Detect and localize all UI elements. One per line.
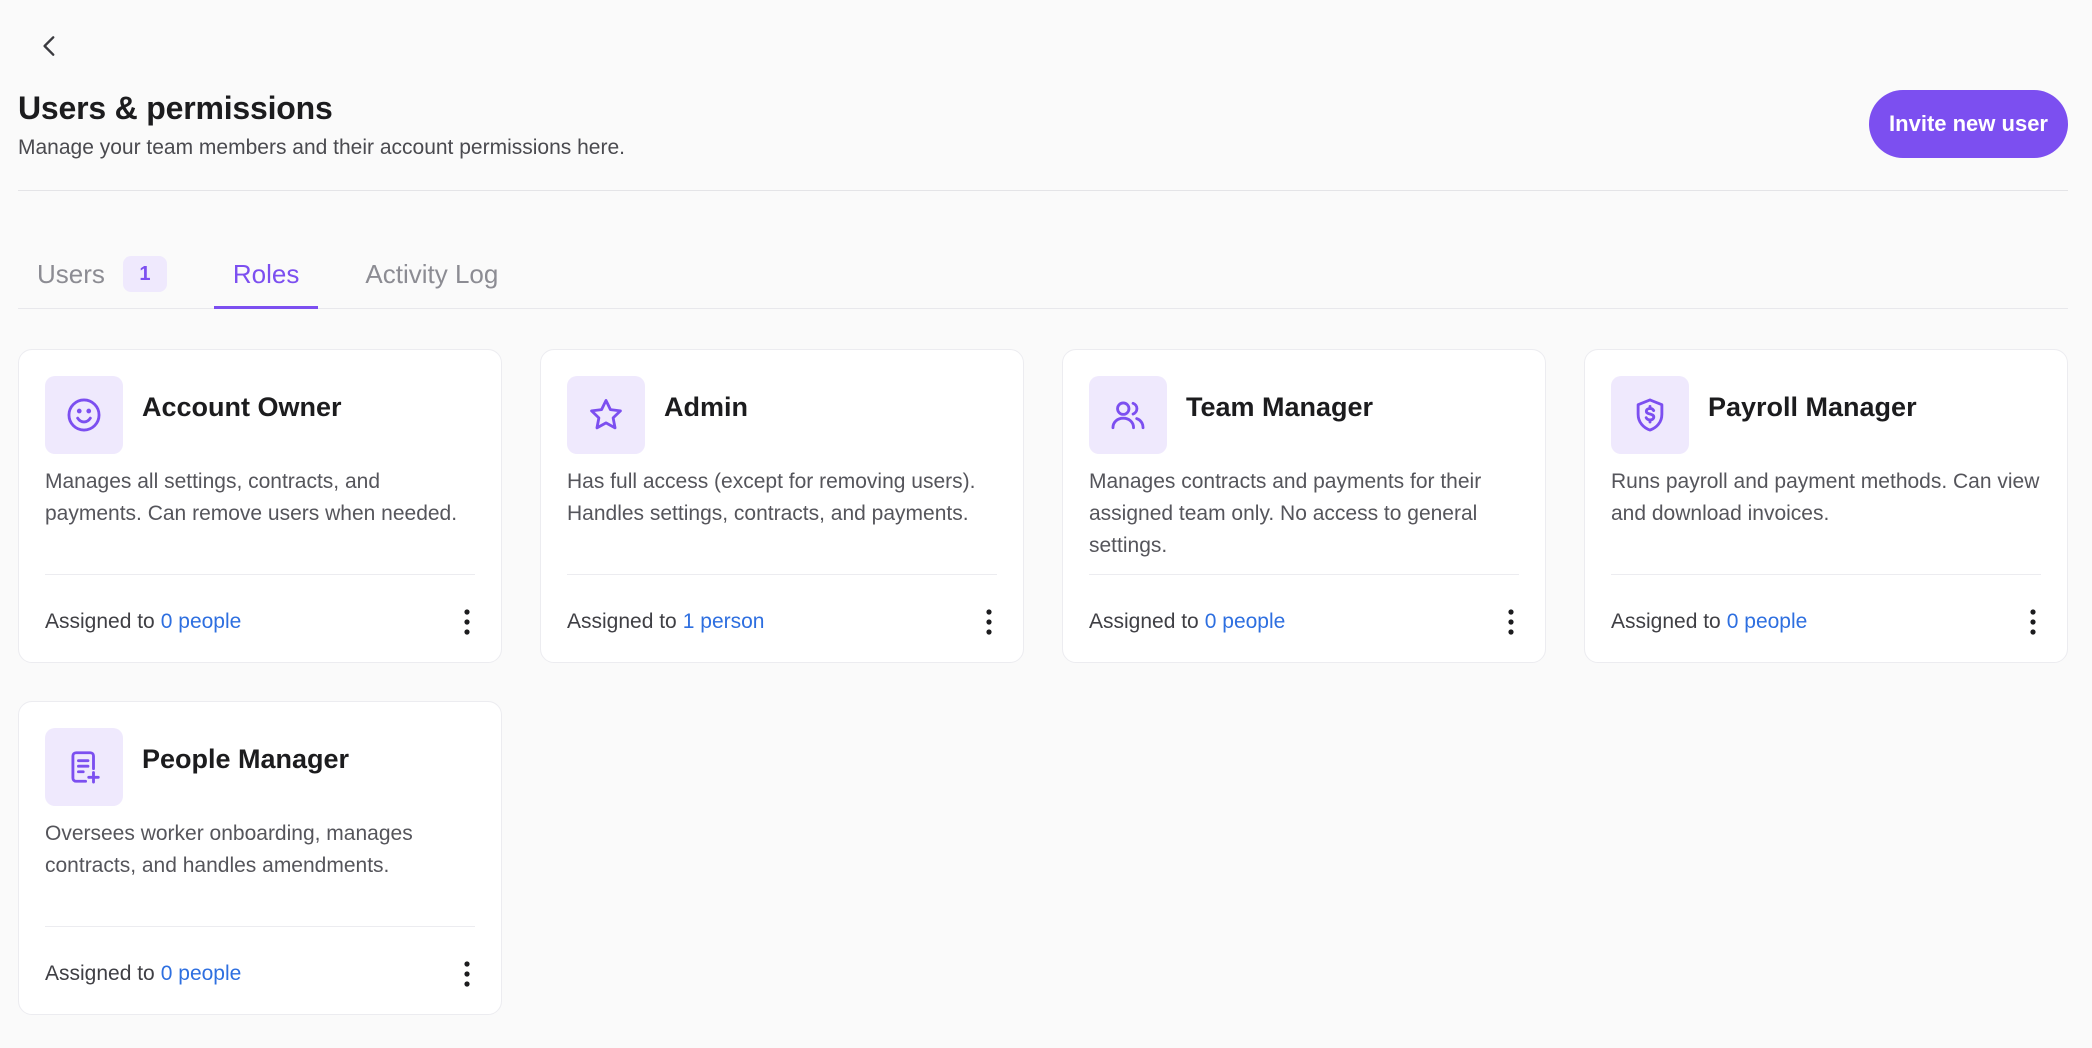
more-options-button[interactable] (969, 602, 1009, 642)
shield-dollar-icon (1636, 398, 1664, 432)
tab-roles-label: Roles (232, 258, 300, 289)
role-footer: Assigned to 0 people (45, 954, 487, 994)
role-name: Account Owner (142, 392, 342, 422)
more-vertical-icon (1508, 609, 1514, 635)
role-footer: Assigned to 1 person (567, 602, 1009, 642)
role-card-account-owner: Account Owner Manages all settings, cont… (18, 349, 502, 663)
document-add-icon (71, 751, 100, 784)
more-options-button[interactable] (447, 602, 487, 642)
assigned-text: Assigned to 0 people (1089, 610, 1285, 634)
role-icon-container (45, 728, 123, 806)
page-title: Users & permissions (18, 90, 333, 126)
assigned-label: Assigned to (1089, 610, 1199, 633)
divider (45, 574, 475, 575)
more-vertical-icon (986, 609, 992, 635)
role-card-people-manager: People Manager Oversees worker onboardin… (18, 701, 502, 1015)
chevron-left-icon (43, 36, 55, 56)
role-name: Payroll Manager (1708, 392, 1917, 422)
assigned-label: Assigned to (45, 610, 155, 633)
role-description: Oversees worker onboarding, manages cont… (45, 822, 413, 877)
role-footer: Assigned to 0 people (1089, 602, 1531, 642)
role-card-payroll-manager: Payroll Manager Runs payroll and payment… (1584, 349, 2068, 663)
more-vertical-icon (464, 961, 470, 987)
more-options-button[interactable] (2013, 602, 2053, 642)
more-vertical-icon (464, 609, 470, 635)
role-name: Admin (664, 392, 748, 422)
role-icon-container (1611, 376, 1689, 454)
role-card-team-manager: Team Manager Manages contracts and payme… (1062, 349, 1546, 663)
users-icon (1111, 401, 1145, 430)
page-header: Users & permissions Manage your team mem… (18, 84, 2068, 191)
tab-users-label: Users (37, 258, 105, 289)
role-card-admin: Admin Has full access (except for removi… (540, 349, 1024, 663)
more-options-button[interactable] (447, 954, 487, 994)
role-icon-container (567, 376, 645, 454)
more-options-button[interactable] (1491, 602, 1531, 642)
assigned-label: Assigned to (567, 610, 677, 633)
divider (1089, 574, 1519, 575)
assigned-text: Assigned to 0 people (45, 610, 241, 634)
role-description: Has full access (except for removing use… (567, 470, 976, 525)
role-description: Manages contracts and payments for their… (1089, 470, 1482, 557)
role-footer: Assigned to 0 people (1611, 602, 2053, 642)
back-button[interactable] (28, 24, 72, 68)
tab-activity-log[interactable]: Activity Log (346, 240, 517, 308)
assigned-count-link[interactable]: 0 people (161, 962, 242, 985)
role-name: Team Manager (1186, 392, 1374, 422)
assigned-count-link[interactable]: 0 people (161, 610, 242, 633)
invite-new-user-button[interactable]: Invite new user (1869, 90, 2068, 158)
divider (567, 574, 997, 575)
role-icon-container (45, 376, 123, 454)
assigned-label: Assigned to (1611, 610, 1721, 633)
role-description: Manages all settings, contracts, and pay… (45, 470, 458, 525)
divider (1611, 574, 2041, 575)
roles-grid: Account Owner Manages all settings, cont… (18, 349, 2068, 1015)
assigned-count-link[interactable]: 0 people (1205, 610, 1286, 633)
more-vertical-icon (2030, 609, 2036, 635)
assigned-text: Assigned to 0 people (1611, 610, 1807, 634)
smile-icon (67, 398, 101, 432)
role-name: People Manager (142, 744, 350, 774)
assigned-text: Assigned to 1 person (567, 610, 764, 634)
role-description: Runs payroll and payment methods. Can vi… (1611, 470, 2040, 525)
assigned-count-link[interactable]: 0 people (1727, 610, 1808, 633)
assigned-text: Assigned to 0 people (45, 962, 241, 986)
assigned-count-link[interactable]: 1 person (683, 610, 765, 633)
users-count-badge: 1 (122, 256, 167, 292)
assigned-label: Assigned to (45, 962, 155, 985)
role-icon-container (1089, 376, 1167, 454)
star-icon (590, 399, 622, 430)
page-subtitle: Manage your team members and their accou… (18, 136, 625, 159)
tab-users[interactable]: Users 1 (18, 240, 186, 308)
divider (45, 926, 475, 927)
role-footer: Assigned to 0 people (45, 602, 487, 642)
tab-roles[interactable]: Roles (213, 240, 319, 309)
tab-bar: Users 1 Roles Activity Log (18, 240, 2068, 309)
tab-activity-log-label: Activity Log (365, 258, 499, 289)
